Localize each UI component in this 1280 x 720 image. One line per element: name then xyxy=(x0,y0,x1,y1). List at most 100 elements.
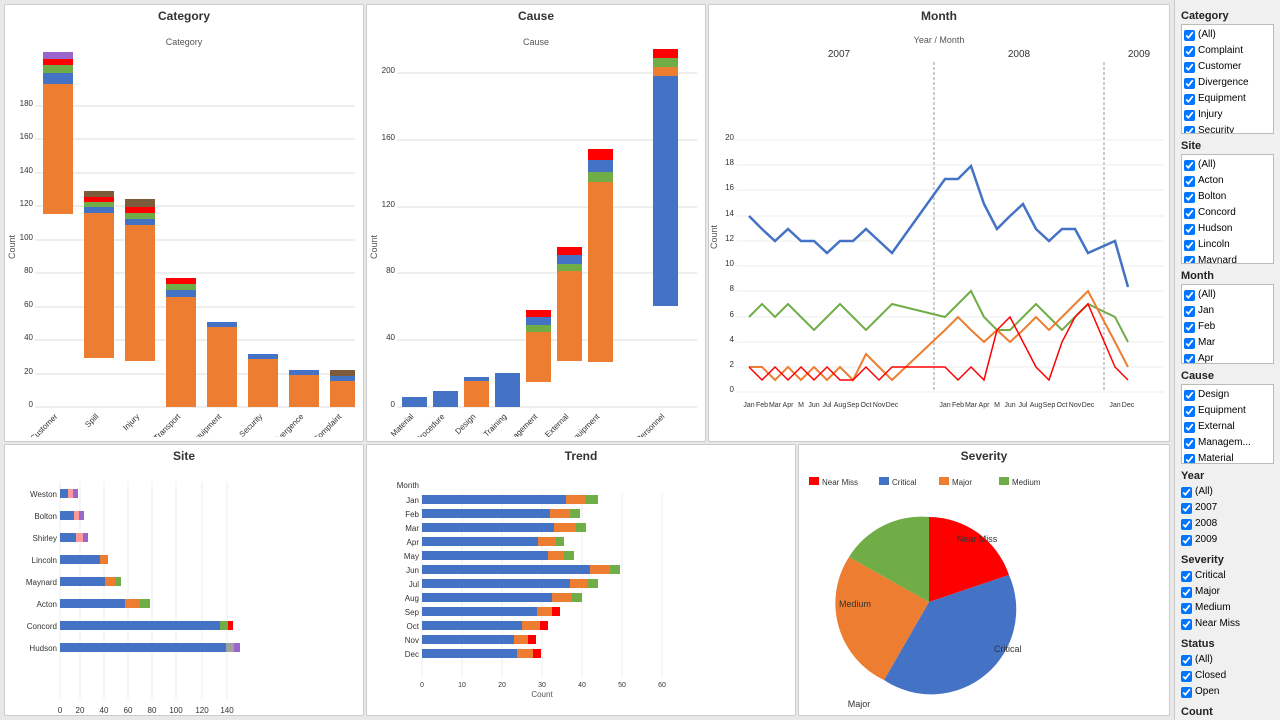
sidebar-cat-divergence[interactable]: Divergence xyxy=(1184,75,1271,91)
svg-text:Weston: Weston xyxy=(30,490,57,499)
svg-text:Nov: Nov xyxy=(405,636,419,645)
svg-text:Complaint: Complaint xyxy=(312,412,344,437)
sidebar-year-2007[interactable]: 2007 xyxy=(1181,500,1274,516)
svg-text:Apr: Apr xyxy=(407,538,420,547)
sidebar-cat-equipment[interactable]: Equipment xyxy=(1184,91,1271,107)
svg-text:100: 100 xyxy=(169,706,183,715)
svg-text:Management: Management xyxy=(500,412,540,437)
svg-text:2007: 2007 xyxy=(828,49,851,60)
sidebar-cat-customer[interactable]: Customer xyxy=(1184,59,1271,75)
sidebar-site-acton[interactable]: Acton xyxy=(1184,173,1271,189)
sidebar-status-all[interactable]: (All) xyxy=(1181,652,1274,668)
sidebar-status-open[interactable]: Open xyxy=(1181,684,1274,700)
svg-text:Near Miss: Near Miss xyxy=(957,534,998,544)
svg-text:Year / Month: Year / Month xyxy=(914,35,965,45)
sidebar-site-hudson[interactable]: Hudson xyxy=(1184,221,1271,237)
sidebar-cause-management[interactable]: Managem... xyxy=(1184,435,1271,451)
sidebar-site-bolton[interactable]: Bolton xyxy=(1184,189,1271,205)
sidebar-severity-list: Critical Major Medium Near Miss xyxy=(1181,568,1274,632)
svg-text:Dec: Dec xyxy=(886,402,899,409)
svg-text:40: 40 xyxy=(578,682,586,689)
sidebar-year-all[interactable]: (All) xyxy=(1181,484,1274,500)
svg-text:Procedure: Procedure xyxy=(414,412,447,437)
month-chart: Month Year / Month 2007 2008 2009 0 2 4 … xyxy=(708,4,1170,442)
svg-text:Security: Security xyxy=(238,412,265,437)
svg-text:20: 20 xyxy=(725,133,734,142)
svg-text:40: 40 xyxy=(24,333,33,342)
svg-text:Major: Major xyxy=(952,478,972,487)
svg-text:Maynard: Maynard xyxy=(26,578,57,587)
svg-text:Sep: Sep xyxy=(847,402,860,409)
sidebar-month-list[interactable]: (All) Jan Feb Mar Apr May Jun Jul Aug Se… xyxy=(1181,284,1274,364)
sidebar-cat-all[interactable]: (All) xyxy=(1184,27,1271,43)
svg-text:Oct: Oct xyxy=(1057,402,1068,409)
svg-text:Near Miss: Near Miss xyxy=(822,478,858,487)
svg-text:Nov: Nov xyxy=(873,402,886,409)
svg-text:40: 40 xyxy=(100,706,109,715)
sidebar-site-list[interactable]: (All) Acton Bolton Concord Hudson Lincol… xyxy=(1181,154,1274,264)
sidebar-sev-critical[interactable]: Critical xyxy=(1181,568,1274,584)
sidebar-cat-security[interactable]: Security xyxy=(1184,123,1271,134)
sidebar-category-list[interactable]: (All) Complaint Customer Divergence Equi… xyxy=(1181,24,1274,134)
sidebar-sev-medium[interactable]: Medium xyxy=(1181,600,1274,616)
sidebar-site-lincoln[interactable]: Lincoln xyxy=(1184,237,1271,253)
sidebar-site-maynard[interactable]: Maynard xyxy=(1184,253,1271,264)
svg-text:14: 14 xyxy=(725,209,734,218)
svg-text:Concord: Concord xyxy=(27,622,57,631)
svg-text:200: 200 xyxy=(382,66,396,75)
sidebar-month-feb[interactable]: Feb xyxy=(1184,319,1271,335)
sidebar-month-apr[interactable]: Apr xyxy=(1184,351,1271,364)
svg-text:0: 0 xyxy=(391,400,396,409)
svg-text:Divergence: Divergence xyxy=(270,412,305,437)
svg-text:Feb: Feb xyxy=(756,402,768,409)
sidebar-cat-complaint[interactable]: Complaint xyxy=(1184,43,1271,59)
svg-text:Month: Month xyxy=(397,481,419,490)
sidebar-cause-material[interactable]: Material xyxy=(1184,451,1271,464)
svg-text:12: 12 xyxy=(725,234,734,243)
trend-chart: Trend Month Jan Feb Mar Apr May Jun Jul … xyxy=(366,444,796,716)
svg-text:Shirley: Shirley xyxy=(33,534,57,543)
svg-text:Jul: Jul xyxy=(1019,402,1028,409)
sidebar: Category (All) Complaint Customer Diverg… xyxy=(1174,0,1280,720)
svg-text:Personnel: Personnel xyxy=(635,412,667,437)
svg-text:20: 20 xyxy=(498,682,506,689)
sidebar-month-mar[interactable]: Mar xyxy=(1184,335,1271,351)
sidebar-cause-equipment[interactable]: Equipment xyxy=(1184,403,1271,419)
svg-text:18: 18 xyxy=(725,158,734,167)
sidebar-cause-design[interactable]: Design xyxy=(1184,387,1271,403)
svg-text:Jan: Jan xyxy=(1109,402,1120,409)
severity-svg: Near Miss Medium Critical Major Near Mis… xyxy=(799,467,1059,716)
svg-text:May: May xyxy=(404,552,419,561)
sidebar-year-2008[interactable]: 2008 xyxy=(1181,516,1274,532)
svg-text:10: 10 xyxy=(725,259,734,268)
svg-text:160: 160 xyxy=(382,133,396,142)
svg-text:M: M xyxy=(798,402,804,409)
svg-text:60: 60 xyxy=(24,300,33,309)
sidebar-month-title: Month xyxy=(1181,270,1274,282)
svg-text:Equipment: Equipment xyxy=(568,412,602,437)
sidebar-site-concord[interactable]: Concord xyxy=(1184,205,1271,221)
sidebar-status-closed[interactable]: Closed xyxy=(1181,668,1274,684)
svg-text:Lincoln: Lincoln xyxy=(32,556,57,565)
svg-text:0: 0 xyxy=(730,385,735,394)
sidebar-cause-external[interactable]: External xyxy=(1184,419,1271,435)
sidebar-month-jan[interactable]: Jan xyxy=(1184,303,1271,319)
closed-label: Closed xyxy=(1195,668,1226,684)
svg-text:16: 16 xyxy=(725,183,734,192)
sidebar-year-2009[interactable]: 2009 xyxy=(1181,532,1274,548)
svg-text:Major: Major xyxy=(848,699,871,709)
sidebar-month-all[interactable]: (All) xyxy=(1184,287,1271,303)
sidebar-cause-list[interactable]: Design Equipment External Managem... Mat… xyxy=(1181,384,1274,464)
svg-text:Equipment: Equipment xyxy=(190,412,224,437)
svg-text:Design: Design xyxy=(453,412,477,436)
sidebar-cat-injury[interactable]: Injury xyxy=(1184,107,1271,123)
svg-text:Feb: Feb xyxy=(952,402,964,409)
site-chart: Site 0 20 40 60 80 100 120 140 Count xyxy=(4,444,364,716)
sidebar-status-list: (All) Closed Open xyxy=(1181,652,1274,700)
sidebar-sev-major[interactable]: Major xyxy=(1181,584,1274,600)
svg-text:Jul: Jul xyxy=(409,580,419,589)
sidebar-sev-nearmiss[interactable]: Near Miss xyxy=(1181,616,1274,632)
sidebar-site-all[interactable]: (All) xyxy=(1184,157,1271,173)
svg-text:Sep: Sep xyxy=(405,608,420,617)
svg-text:80: 80 xyxy=(386,266,395,275)
